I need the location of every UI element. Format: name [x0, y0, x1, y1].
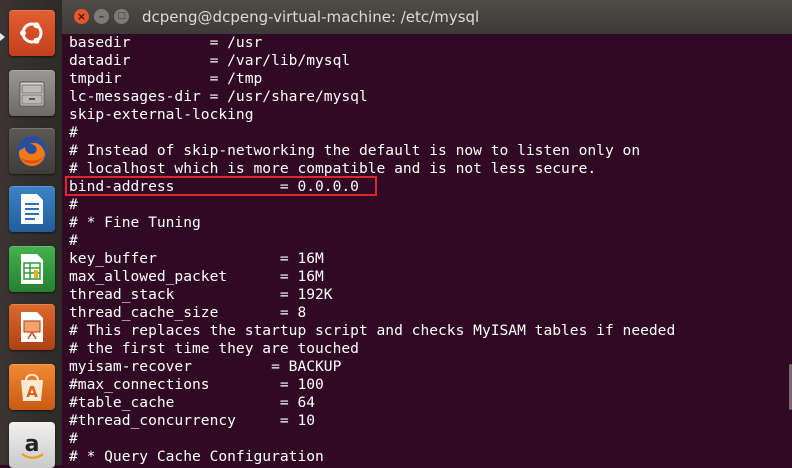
unity-launcher: A a — [0, 0, 63, 468]
terminal-line: #thread_concurrency = 10 — [69, 412, 316, 429]
terminal-line: myisam-recover = BACKUP — [69, 358, 342, 375]
terminal-line: basedir = /usr — [69, 34, 263, 51]
libreoffice-calc-icon[interactable] — [9, 246, 55, 292]
terminal-line: #max_connections = 100 — [69, 376, 324, 393]
terminal-line: # Instead of skip-networking the default… — [69, 142, 641, 159]
terminal-line: # — [69, 124, 78, 141]
files-icon[interactable] — [9, 70, 55, 116]
terminal-line: tmpdir = /tmp — [69, 70, 263, 87]
libreoffice-writer-icon[interactable] — [9, 186, 55, 232]
close-icon: × — [76, 10, 87, 23]
ubuntu-dash-icon[interactable] — [9, 10, 55, 56]
window-title: dcpeng@dcpeng-virtual-machine: /etc/mysq… — [142, 8, 480, 26]
maximize-button[interactable]: □ — [114, 9, 129, 24]
firefox-icon[interactable] — [9, 128, 55, 174]
terminal-line: # — [69, 430, 78, 447]
terminal-line: key_buffer = 16M — [69, 250, 324, 267]
svg-text:a: a — [25, 432, 40, 457]
minimize-button[interactable]: – — [94, 9, 109, 24]
terminal-line: # * Fine Tuning — [69, 214, 201, 231]
software-center-icon[interactable]: A — [9, 364, 55, 410]
close-button[interactable]: × — [74, 9, 89, 24]
terminal-output: basedir = /usr datadir = /var/lib/mysql tm… — [69, 34, 675, 465]
terminal-line: # This replaces the startup script and c… — [69, 322, 676, 339]
maximize-icon: □ — [117, 11, 126, 21]
minimize-icon: – — [98, 10, 105, 23]
libreoffice-impress-icon[interactable] — [9, 304, 55, 350]
terminal-line: thread_stack = 192K — [69, 286, 333, 303]
window-titlebar: × – □ dcpeng@dcpeng-virtual-machine: /et… — [62, 0, 792, 35]
terminal-line: # — [69, 232, 78, 249]
bind-address-highlight-box — [65, 176, 377, 196]
terminal-line: thread_cache_size = 8 — [69, 304, 307, 321]
svg-text:A: A — [26, 383, 38, 401]
terminal-line: #table_cache = 64 — [69, 394, 316, 411]
terminal-line: lc-messages-dir = /usr/share/mysql — [69, 88, 368, 105]
terminal-line: # * Query Cache Configuration — [69, 448, 324, 465]
terminal-line: skip-external-locking — [69, 106, 254, 123]
terminal-line: max_allowed_packet = 16M — [69, 268, 324, 285]
amazon-icon[interactable]: a — [9, 422, 55, 468]
running-indicator — [0, 33, 5, 41]
terminal-line: # — [69, 196, 78, 213]
terminal-line: datadir = /var/lib/mysql — [69, 52, 351, 69]
terminal-line: # the first time they are touched — [69, 340, 359, 357]
terminal-view[interactable]: basedir = /usr datadir = /var/lib/mysql tm… — [62, 34, 792, 465]
